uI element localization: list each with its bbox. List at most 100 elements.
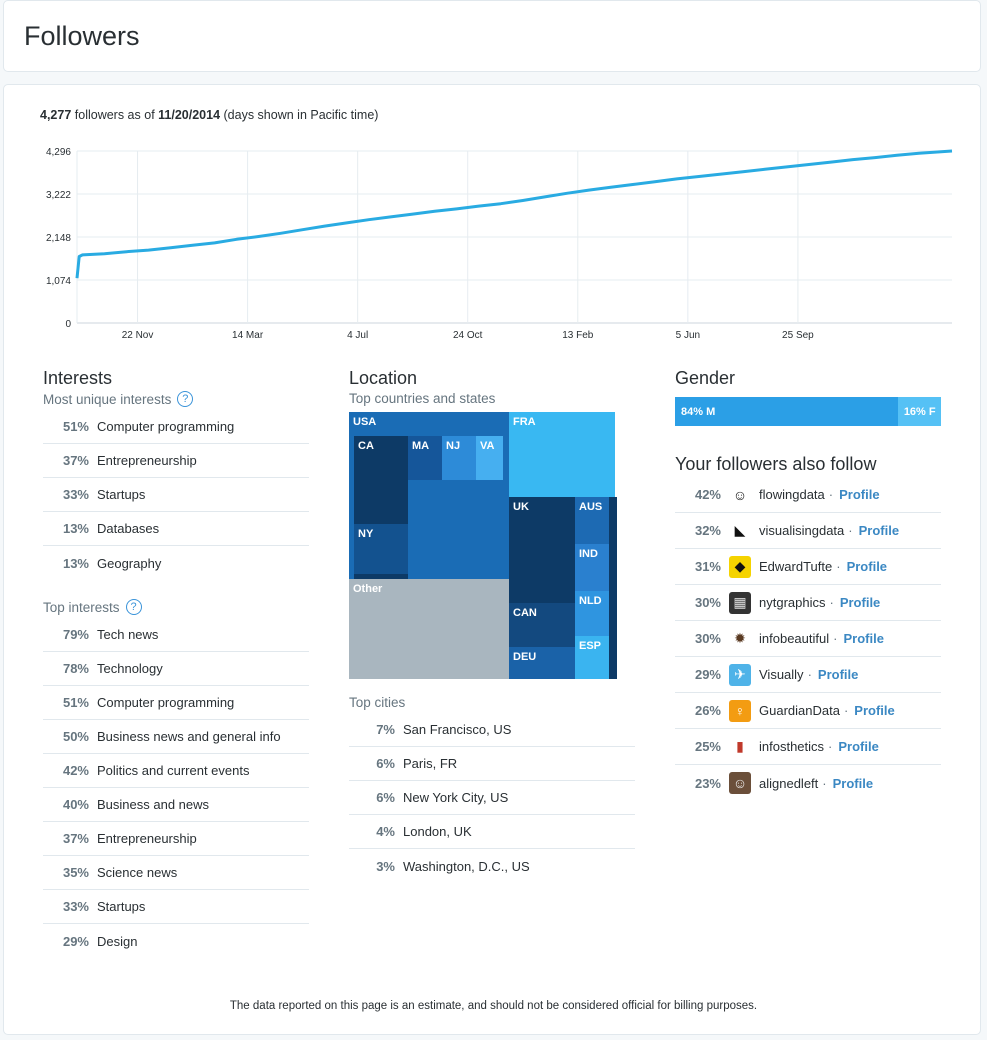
v-logo-icon[interactable]: ◣ xyxy=(729,519,751,542)
list-item: 78% Technology xyxy=(43,652,309,686)
treemap-label: IND xyxy=(579,548,598,560)
account-name[interactable]: visualisingdata xyxy=(759,523,844,538)
account-name[interactable]: nytgraphics xyxy=(759,595,825,610)
treemap-can[interactable]: CAN xyxy=(509,603,575,647)
treemap-aus[interactable]: AUS xyxy=(575,497,609,544)
also-follow-title: Your followers also follow xyxy=(675,454,877,474)
treemap-fra[interactable]: FRA xyxy=(509,412,615,497)
also-follow-list: 42% ☺ flowingdata · Profile 32% ◣ visualisingda… xyxy=(675,477,941,801)
x-tick-label: 22 Nov xyxy=(122,330,154,341)
account-name[interactable]: alignedleft xyxy=(759,776,818,791)
profile-link[interactable]: Profile xyxy=(859,523,899,538)
guardian-logo-icon[interactable]: ♀ xyxy=(729,699,751,722)
newspaper-icon[interactable]: ▦ xyxy=(729,591,751,614)
treemap-esp[interactable]: ESP xyxy=(575,636,609,679)
follow-percent: 25% xyxy=(694,739,721,754)
profile-link[interactable]: Profile xyxy=(839,487,879,502)
list-item: 6% New York City, US xyxy=(349,781,635,815)
treemap-label: USA xyxy=(353,416,377,428)
list-item: 37% Entrepreneurship xyxy=(43,444,309,478)
list-item: 79% Tech news xyxy=(43,618,309,652)
interests-title: Interests xyxy=(43,368,113,388)
x-tick-label: 14 Mar xyxy=(232,330,264,341)
account-name[interactable]: infosthetics xyxy=(759,739,824,754)
list-item-percent: 78% xyxy=(62,661,89,676)
list-item-percent: 4% xyxy=(376,824,395,839)
list-item-percent: 42% xyxy=(62,763,89,778)
list-item-percent: 79% xyxy=(62,627,89,642)
y-tick-label: 0 xyxy=(65,319,71,330)
profile-link[interactable]: Profile xyxy=(843,631,883,646)
person-photo-icon[interactable]: ☺ xyxy=(729,772,751,794)
list-item-percent: 29% xyxy=(62,933,89,949)
treemap-label: CAN xyxy=(513,607,537,619)
paper-plane-icon[interactable]: ✈ xyxy=(729,663,751,686)
treemap-ma[interactable]: MA xyxy=(408,436,442,480)
list-item-percent: 40% xyxy=(62,797,89,812)
account-name[interactable]: flowingdata xyxy=(759,487,825,502)
separator: · xyxy=(843,703,849,718)
profile-link[interactable]: Profile xyxy=(847,559,887,574)
separator: · xyxy=(828,739,833,754)
y-tick-label: 2,148 xyxy=(46,233,71,244)
follow-row: 42% ☺ flowingdata · Profile xyxy=(675,477,941,513)
separator: · xyxy=(836,559,841,574)
list-item-percent: 33% xyxy=(62,899,89,914)
face-avatar-icon[interactable]: ☺ xyxy=(729,483,751,506)
bar-chart-icon[interactable]: ▮ xyxy=(729,735,751,758)
help-icon[interactable]: ? xyxy=(177,391,194,407)
disclaimer: The data reported on this page is an est… xyxy=(229,1000,758,1012)
account-name[interactable]: infobeautiful xyxy=(759,631,829,646)
list-item: 33% Startups xyxy=(43,478,309,512)
list-item: 6% Paris, FR xyxy=(349,747,635,781)
follow-row: 25% ▮ infosthetics · Profile xyxy=(675,729,941,765)
list-item: 37% Entrepreneurship xyxy=(43,822,309,856)
treemap-other[interactable]: Other xyxy=(349,579,509,679)
treemap-nld[interactable]: NLD xyxy=(575,591,609,636)
cities-label: Top cities xyxy=(349,695,406,710)
follow-row: 30% ✹ infobeautiful · Profile xyxy=(675,621,941,657)
treemap-ny[interactable]: NY xyxy=(354,524,408,574)
account-name[interactable]: EdwardTufte xyxy=(759,559,832,574)
follow-row: 23% ☺ alignedleft · Profile xyxy=(675,765,941,801)
list-item: 51% Computer programming xyxy=(43,410,309,444)
header-card: Followers xyxy=(3,0,981,72)
account-name[interactable]: Visually xyxy=(759,667,804,682)
list-item-label: Design xyxy=(97,933,138,949)
list-item-label: Entrepreneurship xyxy=(97,831,197,846)
treemap-small[interactable] xyxy=(609,497,617,679)
separator: · xyxy=(807,667,812,682)
summary-mid: followers as of xyxy=(74,108,155,122)
treemap-label: FRA xyxy=(513,416,536,428)
treemap-ind[interactable]: IND xyxy=(575,544,609,591)
profile-link[interactable]: Profile xyxy=(838,739,878,754)
profile-link[interactable]: Profile xyxy=(818,667,858,682)
unique-interests-label: Most unique interests xyxy=(43,391,172,407)
profile-link[interactable]: Profile xyxy=(854,703,894,718)
unique-interests-list: 51% Computer programming 37% Entrepreneursh… xyxy=(43,410,309,580)
list-item-percent: 7% xyxy=(376,722,395,737)
profile-link[interactable]: Profile xyxy=(840,595,880,610)
cities-list: 7% San Francisco, US 6% Paris, FR 6% New York… xyxy=(349,713,635,883)
followers-line-chart: 0 1,074 2,148 3,222 4,296 22 Nov 14 Mar 4 Jul 24… xyxy=(46,147,953,341)
list-item-percent: 50% xyxy=(62,729,89,744)
follow-row: 29% ✈ Visually · Profile xyxy=(675,657,941,693)
follow-percent: 31% xyxy=(694,559,721,574)
treemap-nj[interactable]: NJ xyxy=(442,436,476,480)
profile-link[interactable]: Profile xyxy=(833,776,873,791)
account-name[interactable]: GuardianData xyxy=(759,703,840,718)
treemap-deu[interactable]: DEU xyxy=(509,647,575,679)
list-item: 35% Science news xyxy=(43,856,309,890)
treemap-uk[interactable]: UK xyxy=(509,497,575,603)
gear-burst-icon[interactable]: ✹ xyxy=(729,627,751,650)
treemap-va[interactable]: VA xyxy=(476,436,503,480)
treemap-ca[interactable]: CA xyxy=(354,436,408,599)
list-item-percent: 51% xyxy=(62,695,89,710)
diamond-sign-icon[interactable]: ◆ xyxy=(729,555,751,578)
unique-interests-heading: Most unique interests ? xyxy=(43,391,194,407)
list-item-label: Computer programming xyxy=(97,695,235,710)
follow-percent: 32% xyxy=(694,523,721,538)
help-icon[interactable]: ? xyxy=(125,599,142,615)
list-item-label: Business news and general info xyxy=(97,729,281,744)
separator: · xyxy=(833,631,838,646)
